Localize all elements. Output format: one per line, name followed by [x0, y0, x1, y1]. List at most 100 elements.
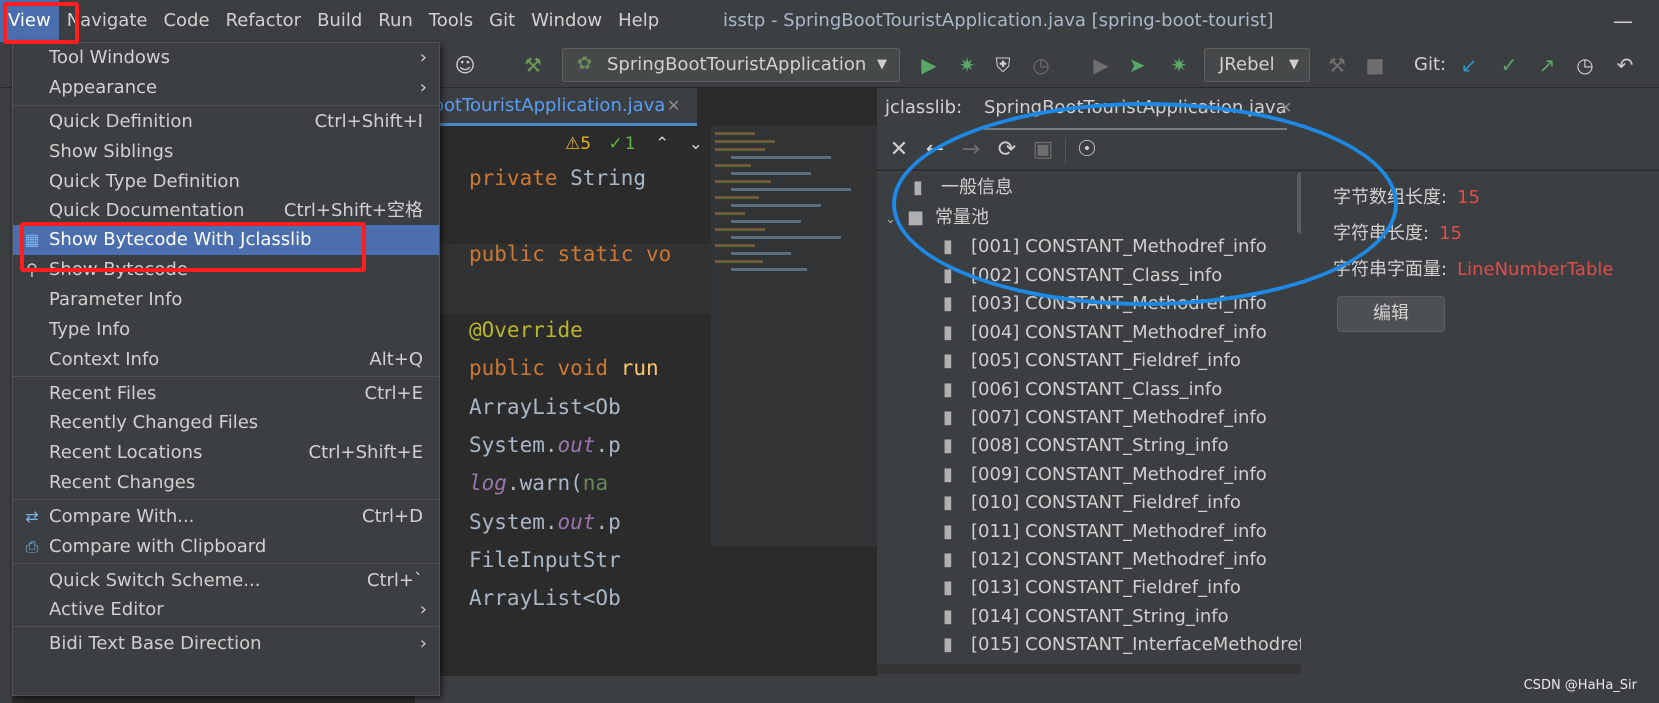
- chevron-right-icon: ›: [419, 599, 427, 620]
- list-item[interactable]: ▮ [008] CONSTANT_String_info: [943, 431, 1229, 461]
- menu-code[interactable]: Code: [155, 0, 217, 42]
- file-icon: ▮: [943, 634, 953, 655]
- close-icon[interactable]: ✕: [885, 136, 913, 164]
- run-configuration-select[interactable]: ✿ SpringBootTouristApplication ▼: [562, 48, 900, 82]
- menu-run[interactable]: Run: [370, 0, 421, 42]
- list-item[interactable]: ▮ [005] CONSTANT_Fieldref_info: [943, 346, 1241, 376]
- rollback-icon[interactable]: ↶: [1612, 52, 1638, 78]
- menu-item-recent-changes[interactable]: Recent Changes: [13, 468, 439, 498]
- coverage-icon[interactable]: ⛨: [990, 52, 1016, 78]
- list-item[interactable]: ▮ [012] CONSTANT_Methodref_info: [943, 545, 1267, 575]
- menu-item-recently-changed-files[interactable]: Recently Changed Files: [13, 408, 439, 438]
- jclasslib-label: jclasslib:: [885, 97, 963, 118]
- status-bar: CSDN @HaHa_Sir: [877, 676, 1659, 703]
- close-icon[interactable]: ✕: [667, 88, 680, 124]
- editor-tab-file[interactable]: ootTouristApplication.java: [433, 88, 665, 124]
- chevron-right-icon: ›: [419, 633, 427, 654]
- menu-item-quick-switch-scheme[interactable]: Quick Switch Scheme... Ctrl+`: [13, 566, 439, 596]
- code-line: public static vo: [469, 242, 672, 266]
- file-icon: ▮: [943, 407, 953, 428]
- watermark: CSDN @HaHa_Sir: [1523, 678, 1637, 693]
- jrebel-run-icon[interactable]: ➤: [1124, 52, 1150, 78]
- menu-item-show-siblings[interactable]: Show Siblings: [13, 137, 439, 167]
- minimize-button[interactable]: —: [1613, 0, 1633, 42]
- chevron-down-icon[interactable]: ⌄: [689, 134, 703, 154]
- chevron-up-icon[interactable]: ⌃: [655, 134, 669, 154]
- list-item[interactable]: ▮ [014] CONSTANT_String_info: [943, 602, 1229, 632]
- highlight-view-menu: [3, 2, 79, 44]
- list-item[interactable]: ▮ [010] CONSTANT_Fieldref_info: [943, 488, 1241, 518]
- history-clock-icon[interactable]: ◷: [1572, 52, 1598, 78]
- list-item[interactable]: ▮ [011] CONSTANT_Methodref_info: [943, 517, 1267, 547]
- view-menu-dropdown: Tool Windows › Appearance › Quick Definiti…: [12, 42, 440, 696]
- git-update-icon[interactable]: ↙: [1456, 52, 1482, 78]
- jrebel-label: JRebel: [1219, 54, 1275, 75]
- menu-item-context-info[interactable]: Context Info Alt+Q: [13, 345, 439, 375]
- list-item[interactable]: ▮ [015] CONSTANT_InterfaceMethodref_in: [943, 630, 1301, 660]
- user-icon[interactable]: ☺: [452, 52, 478, 78]
- menu-item-type-info[interactable]: Type Info: [13, 315, 439, 345]
- menu-item-appearance[interactable]: Appearance ›: [13, 73, 439, 103]
- menu-git[interactable]: Git: [481, 0, 523, 42]
- debug-bug-icon[interactable]: ✷: [954, 52, 980, 78]
- list-item[interactable]: ▮ [007] CONSTANT_Methodref_info: [943, 403, 1267, 433]
- code-line: System.out.p: [469, 433, 621, 457]
- run-icon[interactable]: ▶: [916, 52, 942, 78]
- menu-item-parameter-info[interactable]: Parameter Info: [13, 285, 439, 315]
- inspection-widget[interactable]: ⚠5 ✓ 1 ⌃ ⌄: [565, 134, 703, 154]
- chevron-down-icon: ▼: [877, 57, 887, 72]
- file-icon: ▮: [943, 549, 953, 570]
- menu-refactor[interactable]: Refactor: [218, 0, 310, 42]
- menu-item-tool-windows[interactable]: Tool Windows ›: [13, 43, 439, 73]
- code-editor[interactable]: ⚠5 ✓ 1 ⌃ ⌄ private String public static v…: [415, 126, 711, 676]
- list-item[interactable]: ▮ [013] CONSTANT_Fieldref_info: [943, 573, 1241, 603]
- check-icon: ✓: [608, 134, 623, 154]
- jrebel-select[interactable]: JRebel ▼: [1204, 48, 1310, 82]
- git-push-icon[interactable]: ↗: [1534, 52, 1560, 78]
- highlight-show-bytecode-jclasslib: [20, 222, 366, 272]
- file-icon: ▮: [943, 464, 953, 485]
- editor-tab-bar: ootTouristApplication.java ✕: [415, 88, 697, 126]
- left-tool-strip: [0, 88, 12, 703]
- editor-bottom-scroll[interactable]: [415, 676, 877, 703]
- git-commit-icon[interactable]: ✓: [1496, 52, 1522, 78]
- list-item[interactable]: ▮ [004] CONSTANT_Methodref_info: [943, 318, 1267, 348]
- menu-help[interactable]: Help: [610, 0, 667, 42]
- menu-item-compare-clipboard[interactable]: ⎙ Compare with Clipboard: [13, 532, 439, 562]
- menu-window[interactable]: Window: [523, 0, 610, 42]
- file-icon: ▮: [943, 293, 953, 314]
- code-line: private String: [469, 166, 647, 190]
- chevron-right-icon: ›: [419, 47, 427, 68]
- git-label: Git:: [1414, 54, 1447, 75]
- code-line: System.out.p: [469, 510, 621, 534]
- menu-item-recent-files[interactable]: Recent Files Ctrl+E: [13, 379, 439, 409]
- list-item[interactable]: ▮ [006] CONSTANT_Class_info: [943, 375, 1222, 405]
- file-icon: ▮: [943, 577, 953, 598]
- code-minimap[interactable]: [711, 126, 877, 546]
- code-line: public void run: [469, 356, 659, 380]
- list-item[interactable]: ▮ [009] CONSTANT_Methodref_info: [943, 460, 1267, 490]
- menu-build[interactable]: Build: [309, 0, 370, 42]
- stop-icon: ■: [1365, 53, 1385, 77]
- file-icon: ▮: [943, 350, 953, 371]
- menu-item-bidi-text-direction[interactable]: Bidi Text Base Direction ›: [13, 629, 439, 659]
- spring-config-icon: ✿: [577, 53, 593, 74]
- highlight-jclasslib-tree-ring: [892, 102, 1398, 306]
- string-literal-row: 字符串字面量: LineNumberTable: [1333, 259, 1614, 280]
- code-line: ArrayList<Ob: [469, 395, 621, 419]
- menu-item-recent-locations[interactable]: Recent Locations Ctrl+Shift+E: [13, 438, 439, 468]
- profile-icon[interactable]: ◷: [1028, 52, 1054, 78]
- build-hammer-icon[interactable]: ⚒: [520, 52, 546, 78]
- hammer-disabled-icon: ⚒: [1328, 53, 1346, 77]
- menu-item-quick-type-definition[interactable]: Quick Type Definition: [13, 167, 439, 197]
- menu-item-quick-definition[interactable]: Quick Definition Ctrl+Shift+I: [13, 107, 439, 137]
- menu-item-compare-with[interactable]: ⇄ Compare With... Ctrl+D: [13, 502, 439, 532]
- edit-button[interactable]: 编辑: [1337, 296, 1445, 332]
- file-icon: ▮: [943, 606, 953, 627]
- menu-item-active-editor[interactable]: Active Editor ›: [13, 595, 439, 625]
- jrebel-debug-icon[interactable]: ✷: [1166, 52, 1192, 78]
- tree-horizontal-scrollbar[interactable]: [877, 664, 1301, 674]
- file-icon: ▮: [943, 492, 953, 513]
- menu-tools[interactable]: Tools: [421, 0, 481, 42]
- compare-arrows-icon: ⇄: [25, 507, 39, 526]
